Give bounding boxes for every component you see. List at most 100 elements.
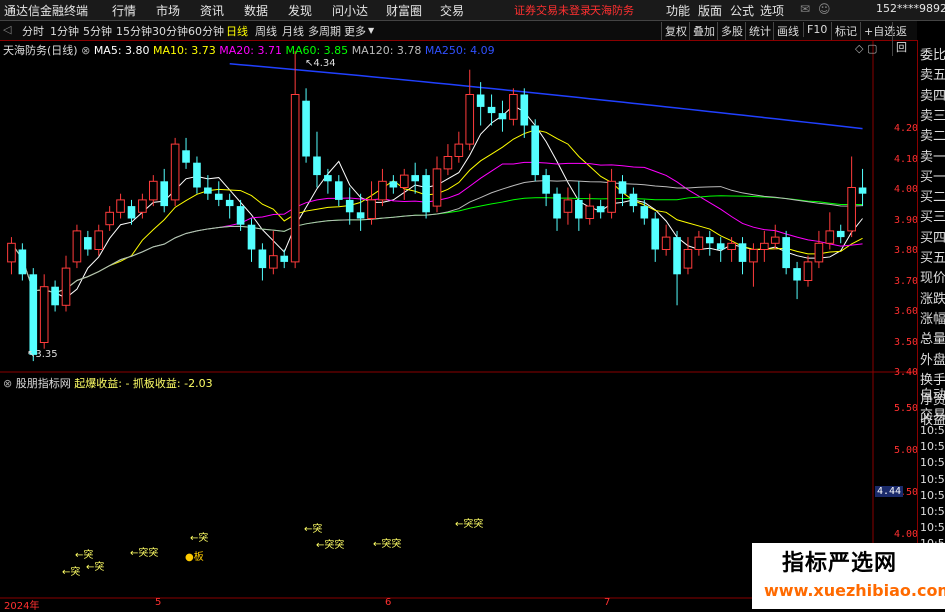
- candle-body: [367, 199, 376, 219]
- btn-diejia[interactable]: 叠加: [689, 22, 718, 40]
- sub-tick: 4.00: [894, 529, 919, 540]
- period-15min[interactable]: 15分钟: [116, 23, 152, 39]
- account-number[interactable]: 152****9892: [876, 2, 945, 15]
- candle-body: [116, 199, 125, 213]
- candle-body: [683, 249, 693, 269]
- more-dropdown-icon[interactable]: ▼: [368, 26, 374, 35]
- period-weekly[interactable]: 周线: [255, 23, 277, 39]
- sub-settings-icon[interactable]: ⊗: [3, 377, 12, 390]
- menu-faxian[interactable]: 发现: [288, 2, 312, 19]
- period-daily[interactable]: 日线: [226, 23, 248, 39]
- high-marker: ↖4.34: [305, 58, 336, 69]
- sub-current-value: 4.44: [875, 486, 904, 497]
- period-multi[interactable]: 多周期: [308, 23, 341, 39]
- price-tick: 3.50: [894, 337, 919, 348]
- signal-marker: ←突: [304, 524, 323, 535]
- signal-marker: ←突突: [316, 540, 345, 551]
- ma60-label: MA60: 3.85: [285, 44, 349, 57]
- menu-banmian[interactable]: 版面: [698, 2, 722, 19]
- period-fenshi[interactable]: 分时: [22, 23, 44, 39]
- candle-body: [803, 261, 813, 281]
- candle-body: [575, 199, 583, 219]
- candle-body: [39, 286, 49, 343]
- ma5-label: MA5: 3.80: [93, 44, 150, 57]
- side-panel-label: 10:50: [920, 456, 945, 470]
- ma250-label: MA250: 4.09: [424, 44, 495, 57]
- candle-body: [596, 206, 605, 213]
- btn-fuquan[interactable]: 复权: [661, 22, 690, 40]
- menu-zixun[interactable]: 资讯: [200, 2, 224, 19]
- indicator-name: 股朋指标网: [15, 377, 71, 390]
- menu-gongshi[interactable]: 公式: [730, 2, 754, 19]
- candle-body: [836, 230, 845, 238]
- btn-huaxian[interactable]: 画线: [773, 22, 802, 40]
- candle-body: [770, 236, 780, 244]
- candle-body: [694, 236, 704, 251]
- menu-gongneng[interactable]: 功能: [666, 2, 690, 19]
- side-panel-label: 卖三: [920, 108, 945, 124]
- candle-body: [334, 181, 343, 200]
- menu-hangqing[interactable]: 行情: [112, 2, 136, 19]
- btn-tongji[interactable]: 统计: [745, 22, 774, 40]
- signal-marker: ←突突: [373, 539, 402, 550]
- side-panel-label: 卖四: [920, 88, 945, 104]
- candle-body: [563, 199, 573, 213]
- candle-body: [443, 156, 453, 170]
- candle-body: [204, 187, 212, 194]
- ma20-label: MA20: 3.71: [219, 44, 282, 57]
- period-more[interactable]: 更多: [344, 23, 366, 39]
- menu-jiaoyi[interactable]: 交易: [440, 2, 464, 19]
- login-status[interactable]: 证券交易未登录: [514, 2, 591, 18]
- side-panel-label: 10:50: [920, 440, 945, 454]
- candle-body: [542, 175, 550, 194]
- menu-shichang[interactable]: 市场: [156, 2, 180, 19]
- candle-body: [313, 156, 321, 176]
- candle-body: [673, 237, 681, 275]
- price-tick: 3.70: [894, 276, 919, 287]
- sub-indicator-legend: ⊗ 股朋指标网 起爆收益: - 抓板收益: -2.03: [3, 375, 213, 391]
- period-5min[interactable]: 5分钟: [83, 23, 112, 39]
- time-tick: 2024年: [4, 601, 40, 612]
- period-monthly[interactable]: 月线: [282, 23, 304, 39]
- candle-body: [138, 199, 147, 213]
- settings-icon[interactable]: ⊗: [81, 44, 90, 57]
- menu-caifuquan[interactable]: 财富圈: [386, 2, 422, 19]
- price-tick: 3.40: [894, 367, 919, 378]
- time-tick: 5: [155, 597, 162, 608]
- candle-body: [727, 242, 736, 251]
- period-toolbar: ◁ 分时 1分钟 5分钟 15分钟 30分钟 60分钟 日线 周线 月线 多周期…: [0, 21, 917, 56]
- side-panel-label: 总量: [920, 332, 945, 348]
- candle-body: [476, 94, 485, 107]
- period-1min[interactable]: 1分钟: [50, 23, 79, 39]
- candle-body: [399, 174, 409, 189]
- toolbar-collapse-icon[interactable]: ◁: [3, 23, 11, 36]
- candle-body: [225, 199, 234, 207]
- candle-body: [793, 268, 801, 281]
- btn-biaoji[interactable]: 标记: [831, 22, 860, 40]
- high-value: 4.34: [313, 58, 336, 69]
- menu-wenxiaoda[interactable]: 问小达: [332, 2, 368, 19]
- candle-body: [629, 193, 638, 207]
- side-panel-label: 卖二: [920, 129, 945, 145]
- signal-marker: ←突: [190, 533, 209, 544]
- side-panel-label: 外盘: [920, 352, 945, 368]
- menu-shuju[interactable]: 数据: [244, 2, 268, 19]
- btn-f10[interactable]: F10: [803, 22, 830, 37]
- candle-body: [825, 230, 835, 244]
- candle-body: [422, 175, 430, 213]
- user-icon[interactable]: ☺: [818, 2, 831, 16]
- chart-options-icon[interactable]: ◇ ▢: [855, 42, 877, 55]
- btn-duogu[interactable]: 多股: [717, 22, 746, 40]
- period-60min[interactable]: 60分钟: [188, 23, 224, 39]
- side-panel-label: 涨跌: [920, 291, 945, 307]
- side-panel-label: 现价: [920, 271, 945, 287]
- candle-body: [236, 206, 245, 225]
- signal-marker: ←突突: [455, 519, 484, 530]
- candle-body: [661, 236, 671, 251]
- sub-tick: 5.50: [894, 403, 919, 414]
- period-30min[interactable]: 30分钟: [152, 23, 188, 39]
- app-title: 通达信金融终端: [4, 4, 89, 18]
- candle-body: [487, 106, 496, 114]
- menu-xuanxiang[interactable]: 选项: [760, 2, 784, 19]
- mail-icon[interactable]: ✉: [800, 2, 810, 16]
